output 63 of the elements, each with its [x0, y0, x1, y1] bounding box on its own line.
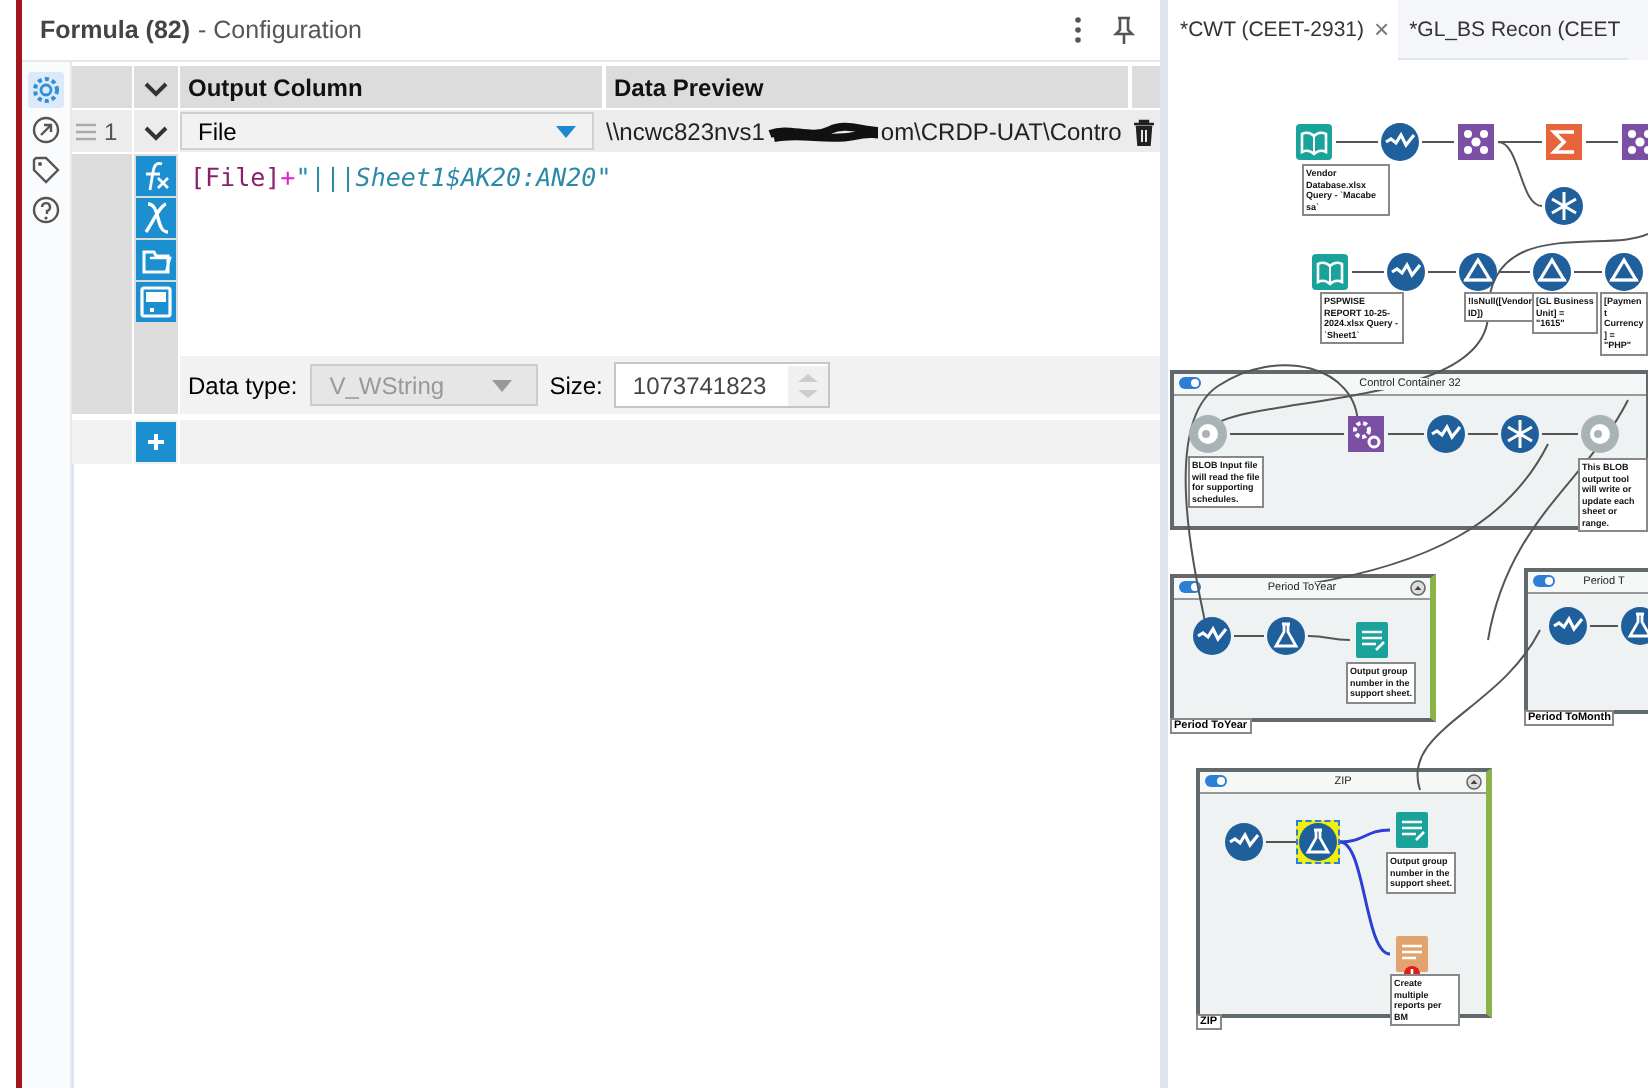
toggle-icon[interactable]: [1532, 574, 1556, 588]
preview-text: om\CRDP-UAT\Contro: [880, 117, 1122, 145]
flask-icon[interactable]: [1298, 822, 1338, 862]
document-tab[interactable]: *CWT (CEET-2931) ×: [1168, 0, 1398, 60]
toggle-icon[interactable]: [1178, 376, 1202, 390]
size-field[interactable]: 1073741823: [614, 362, 831, 408]
expression-editor[interactable]: [File]+"|||Sheet1$AK20:AN20": [180, 154, 1160, 356]
panel-title: Formula (82): [40, 16, 191, 44]
checkmark-circle-icon[interactable]: [1380, 122, 1420, 162]
tag-icon[interactable]: [30, 154, 62, 186]
checkmark-circle-icon[interactable]: [1192, 616, 1232, 656]
panel-subtitle: - Configuration: [198, 16, 363, 44]
sigma-icon[interactable]: [1544, 122, 1584, 162]
circle-icon[interactable]: [1188, 414, 1228, 454]
checkmark-circle-icon[interactable]: [1386, 252, 1426, 292]
size-label: Size:: [549, 371, 603, 399]
triangle-circle-icon[interactable]: [1458, 252, 1498, 292]
dropdown-caret-icon: [491, 379, 512, 391]
arrow-circle-icon[interactable]: [30, 114, 62, 146]
checkmark-circle-icon[interactable]: [1548, 606, 1588, 646]
toggle-icon[interactable]: [1204, 774, 1228, 788]
checkmark-circle-icon[interactable]: [1224, 822, 1264, 862]
open-folder-icon[interactable]: [136, 240, 176, 280]
more-options-icon[interactable]: [1072, 16, 1084, 44]
asterisk-circle-icon[interactable]: [1500, 414, 1540, 454]
report-icon[interactable]: [1352, 620, 1392, 660]
collapse-icon[interactable]: [1410, 580, 1426, 596]
node-grid-icon[interactable]: [1456, 122, 1496, 162]
toggle-icon[interactable]: [1178, 580, 1202, 594]
connector-line: [1265, 841, 1297, 843]
close-tab-button[interactable]: ×: [1374, 14, 1390, 44]
gear-icon[interactable]: [1346, 414, 1386, 454]
save-icon[interactable]: [136, 282, 176, 322]
redaction-scribble: [766, 119, 879, 143]
book-icon[interactable]: [1294, 122, 1334, 162]
variable-icon[interactable]: [136, 198, 176, 238]
dropdown-caret-icon: [556, 125, 576, 137]
triangle-circle-icon[interactable]: [1532, 252, 1572, 292]
collapse-icon[interactable]: [1466, 774, 1482, 790]
flask-icon[interactable]: [1266, 616, 1306, 656]
triangle-circle-icon[interactable]: [1604, 252, 1644, 292]
data-type-label: Data type:: [188, 371, 298, 399]
row-number: 1: [104, 117, 118, 145]
collapse-chevron-icon[interactable]: [142, 121, 170, 141]
drag-handle-icon[interactable]: [76, 121, 96, 141]
asterisk-circle-icon[interactable]: [1544, 186, 1584, 226]
collapse-chevron-icon[interactable]: [142, 77, 170, 97]
help-icon[interactable]: [30, 194, 62, 226]
report-icon[interactable]: [1392, 810, 1432, 850]
node-grid-icon[interactable]: [1620, 122, 1648, 162]
preview-text: \\ncwc823nvs1: [606, 117, 765, 145]
trash-icon[interactable]: [1132, 117, 1156, 145]
connector-line: [1585, 141, 1619, 143]
output-column-dropdown[interactable]: File: [180, 112, 594, 150]
report-icon[interactable]: [1392, 934, 1432, 974]
connector-line: [1335, 141, 1379, 143]
checkmark-circle-icon[interactable]: [1426, 414, 1466, 454]
flask-icon[interactable]: [1620, 606, 1648, 646]
add-button[interactable]: [136, 422, 176, 462]
function-icon[interactable]: [136, 156, 176, 196]
connector-line: [1421, 141, 1455, 143]
book-icon[interactable]: [1310, 252, 1350, 292]
pin-icon[interactable]: [1112, 16, 1136, 44]
